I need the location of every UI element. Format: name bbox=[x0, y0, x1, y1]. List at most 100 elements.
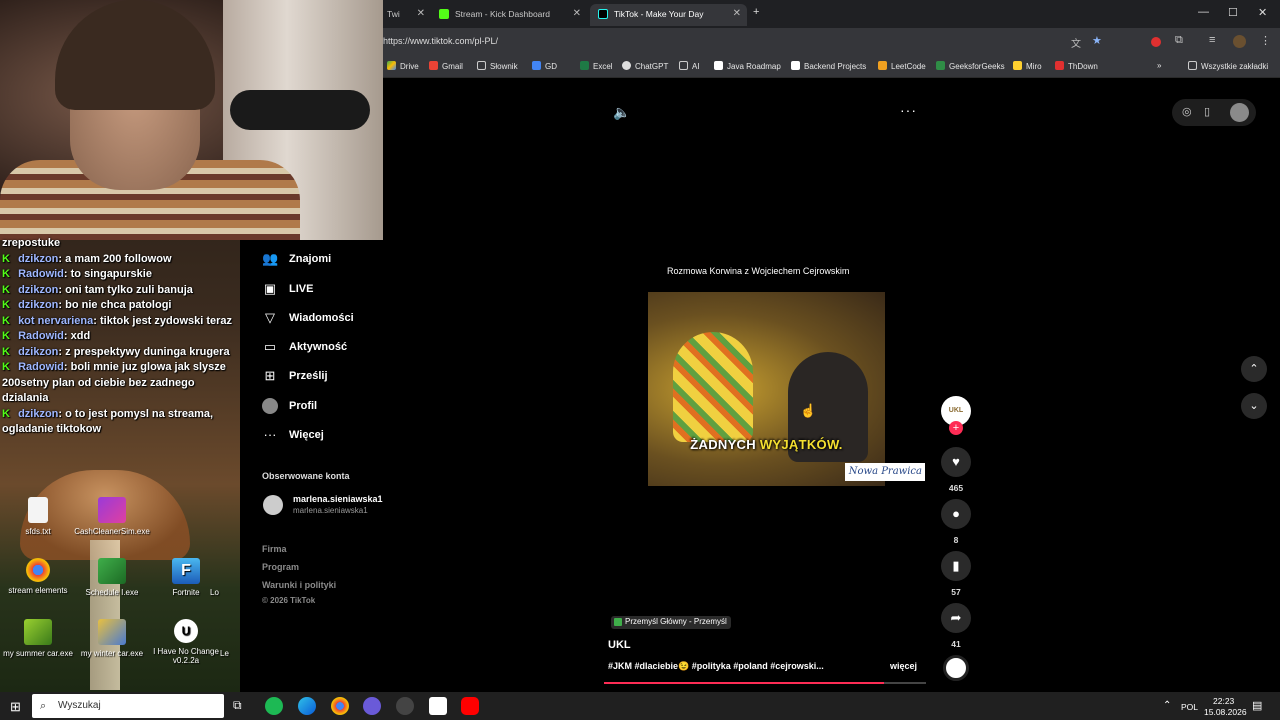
ghost-app-icon[interactable] bbox=[429, 697, 447, 715]
taskbar-search[interactable]: ⌕ Wyszukaj bbox=[32, 694, 224, 718]
save-button[interactable]: ▮ bbox=[941, 551, 971, 581]
kick-icon: K bbox=[2, 299, 10, 311]
minimize-icon[interactable]: — bbox=[1198, 6, 1209, 18]
followed-avatar[interactable] bbox=[263, 495, 283, 515]
followed-name[interactable]: marlena.sieniawska1 bbox=[293, 494, 383, 504]
clock-time[interactable]: 22:23 bbox=[1213, 696, 1234, 706]
language-indicator[interactable]: POL bbox=[1181, 702, 1198, 712]
youtube-icon[interactable] bbox=[461, 697, 479, 715]
task-view-icon[interactable]: ⧉ bbox=[233, 698, 242, 713]
nav-live[interactable]: LIVE bbox=[289, 283, 313, 295]
tray-chevron-icon[interactable]: ⌃ bbox=[1163, 700, 1171, 711]
close-window-icon[interactable]: ✕ bbox=[1258, 6, 1267, 19]
footer-terms[interactable]: Warunki i polityki bbox=[262, 580, 336, 590]
volume-icon[interactable]: 🔈 bbox=[613, 104, 630, 121]
desktop-icon-sfds[interactable]: sfds.txt bbox=[0, 497, 76, 536]
nav-more[interactable]: Więcej bbox=[289, 429, 324, 441]
screen: sfds.txt CashCleanerSim.exe stream eleme… bbox=[0, 0, 1280, 720]
tab-kick-dashboard[interactable]: Stream - Kick Dashboard ✕ bbox=[431, 4, 587, 26]
url-field[interactable]: https://www.tiktok.com/pl-PL/ bbox=[383, 36, 498, 46]
device-icon[interactable]: ▯ bbox=[1204, 105, 1210, 118]
chat-user: dzikzon bbox=[18, 407, 59, 420]
more-link[interactable]: więcej bbox=[890, 661, 917, 671]
bookmark-excel[interactable]: Excel bbox=[580, 61, 613, 71]
bookmark-slownik[interactable]: Słownik bbox=[477, 61, 518, 71]
footer-company[interactable]: Firma bbox=[262, 544, 287, 554]
desktop-icon-lo[interactable]: Lo bbox=[210, 558, 240, 597]
chrome-taskbar-icon[interactable] bbox=[331, 697, 349, 715]
like-button[interactable]: ♥ bbox=[941, 447, 971, 477]
bookmarks-overflow[interactable]: » bbox=[1157, 61, 1161, 70]
desktop-icon-my-summer-car[interactable]: my summer car.exe bbox=[0, 619, 76, 658]
notification-icon[interactable]: ▤ bbox=[1252, 699, 1262, 712]
extension-icon[interactable] bbox=[1151, 37, 1161, 47]
folder-icon bbox=[679, 61, 688, 70]
kick-icon: K bbox=[2, 361, 10, 373]
video-progress-bar[interactable] bbox=[604, 682, 926, 684]
close-icon[interactable]: ✕ bbox=[573, 4, 581, 24]
tab-tiktok[interactable]: TikTok - Make Your Day ✕ bbox=[590, 4, 747, 26]
video-player[interactable]: ŻADNYCH WYJĄTKÓW. bbox=[648, 292, 885, 486]
more-options-icon[interactable]: ··· bbox=[900, 102, 917, 118]
bookmark-leetcode[interactable]: LeetCode bbox=[878, 61, 926, 71]
close-icon[interactable]: ✕ bbox=[733, 4, 741, 24]
author-name[interactable]: UKL bbox=[608, 639, 631, 651]
next-video-button[interactable]: ⌄ bbox=[1241, 393, 1267, 419]
chat-user: dzikzon bbox=[18, 252, 59, 265]
bookmark-gmail[interactable]: Gmail bbox=[429, 61, 463, 71]
extensions-puzzle-icon[interactable]: ⧉ bbox=[1175, 34, 1183, 47]
music-disc-icon[interactable] bbox=[943, 655, 969, 681]
bookmark-thdown[interactable]: ThDown bbox=[1055, 61, 1098, 71]
search-icon: ⌕ bbox=[40, 700, 47, 712]
new-tab-button[interactable]: + bbox=[753, 6, 759, 18]
follow-plus-icon[interactable]: + bbox=[949, 421, 963, 435]
explore-icon[interactable]: ◎ bbox=[1182, 105, 1192, 118]
nav-friends[interactable]: Znajomi bbox=[289, 253, 331, 265]
reading-list-icon[interactable]: ≡ bbox=[1209, 34, 1215, 46]
tab-twitch[interactable]: Twi ✕ bbox=[383, 4, 431, 26]
nav-upload[interactable]: Prześlij bbox=[289, 370, 328, 382]
menu-kebab-icon[interactable]: ⋮ bbox=[1260, 34, 1271, 47]
desktop-icon-schedule[interactable]: Schedule I.exe bbox=[74, 558, 150, 597]
app-icon[interactable] bbox=[363, 697, 381, 715]
user-avatar[interactable] bbox=[1230, 103, 1249, 122]
nav-profile[interactable]: Profil bbox=[289, 400, 317, 412]
spotify-icon[interactable] bbox=[265, 697, 283, 715]
translate-icon[interactable]: 文 bbox=[1071, 35, 1081, 50]
obs-icon[interactable] bbox=[396, 697, 414, 715]
bookmark-chatgpt[interactable]: ChatGPT bbox=[622, 61, 668, 71]
edge-icon[interactable] bbox=[298, 697, 316, 715]
windows-start-icon[interactable]: ⊞ bbox=[10, 699, 21, 715]
all-bookmarks[interactable]: Wszystkie zakładki bbox=[1188, 61, 1268, 71]
exe-icon bbox=[98, 619, 126, 645]
bookmark-drive[interactable]: Drive bbox=[387, 61, 419, 71]
close-icon[interactable]: ✕ bbox=[417, 4, 425, 24]
music-tag[interactable]: Przemyśl Główny - Przemyśl bbox=[611, 616, 731, 629]
desktop-icon-le[interactable]: Le bbox=[220, 619, 240, 658]
chat-message: K dzikzon: o to jest pomysl na streama, … bbox=[2, 407, 214, 436]
clock-date[interactable]: 15.08.2026 bbox=[1204, 707, 1247, 717]
footer-program[interactable]: Program bbox=[262, 562, 299, 572]
bookmark-gd[interactable]: GD bbox=[532, 61, 557, 71]
desktop-icon-i-have-no-change[interactable]: U I Have No Change v0.2.2a bbox=[148, 619, 224, 665]
bookmark-geeksforgeeks[interactable]: GeeksforGeeks bbox=[936, 61, 1005, 71]
webcam-person-hair bbox=[55, 0, 215, 110]
bookmark-ai[interactable]: AI bbox=[679, 61, 700, 71]
share-button[interactable]: ➦ bbox=[941, 603, 971, 633]
comment-button[interactable]: ● bbox=[941, 499, 971, 529]
top-right-controls: ◎ ▯ bbox=[1172, 99, 1256, 126]
comment-icon: ● bbox=[952, 506, 960, 521]
desktop-icon-cashcleaner[interactable]: CashCleanerSim.exe bbox=[74, 497, 150, 536]
bookmark-backend-projects[interactable]: Backend Projects bbox=[791, 61, 866, 71]
bookmark-java-roadmap[interactable]: Java Roadmap bbox=[714, 61, 781, 71]
profile-avatar[interactable] bbox=[1233, 35, 1246, 48]
maximize-icon[interactable]: ☐ bbox=[1228, 6, 1238, 19]
desktop-icon-stream-elements[interactable]: stream elements bbox=[0, 558, 76, 595]
desktop-icon-my-winter-car[interactable]: my winter car.exe bbox=[74, 619, 150, 658]
nav-activity[interactable]: Aktywność bbox=[289, 341, 347, 353]
bookmark-miro[interactable]: Miro bbox=[1013, 61, 1042, 71]
previous-video-button[interactable]: ⌃ bbox=[1241, 356, 1267, 382]
nav-messages[interactable]: Wiadomości bbox=[289, 312, 354, 324]
leetcode-icon bbox=[878, 61, 887, 70]
bookmark-star-icon[interactable]: ★ bbox=[1092, 34, 1102, 47]
